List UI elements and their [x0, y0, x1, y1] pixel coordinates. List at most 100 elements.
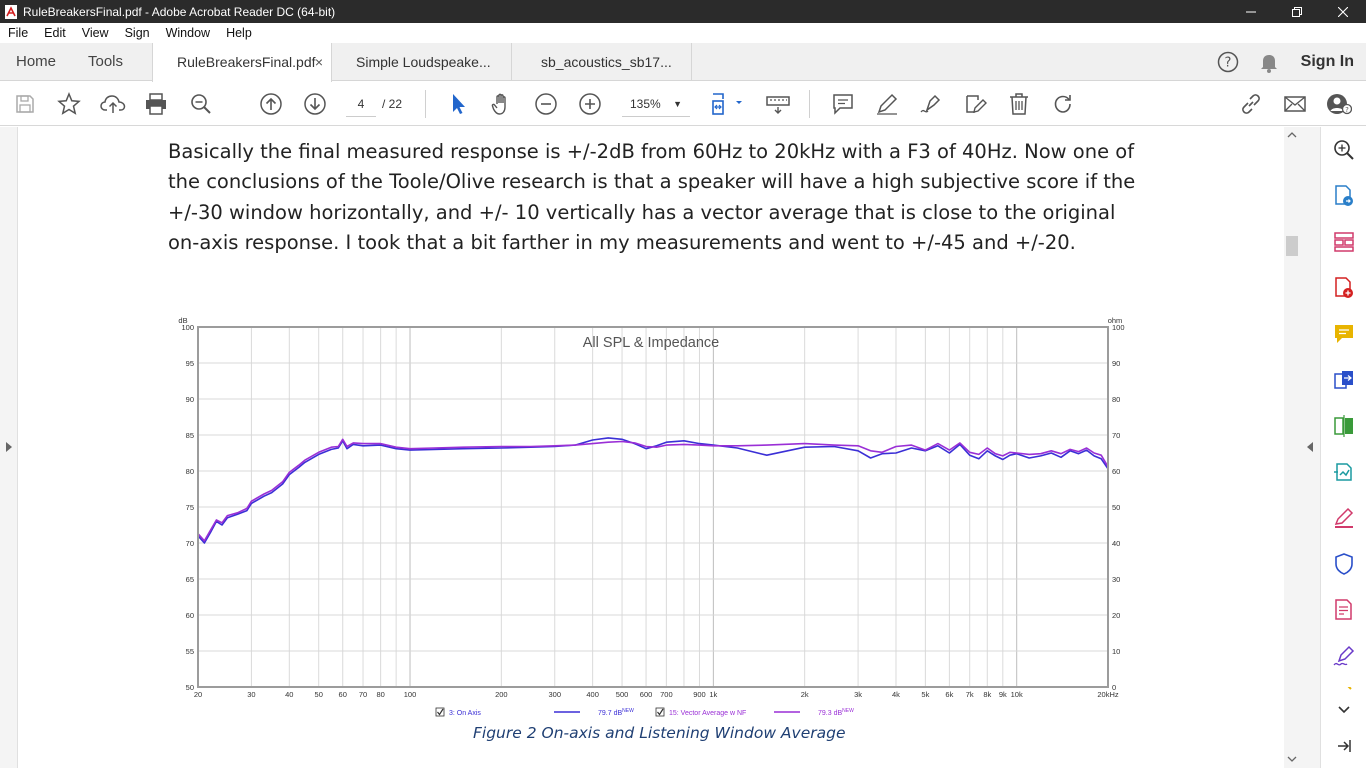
x-tick-label: 2k: [801, 690, 809, 699]
page-number-input[interactable]: 4: [346, 91, 376, 117]
y2-tick-label: 70: [1112, 431, 1120, 440]
share-link-button[interactable]: [1237, 90, 1265, 118]
y-tick-label: 90: [186, 395, 194, 404]
minimize-button[interactable]: [1228, 0, 1274, 23]
tab-rulebreakers[interactable]: RuleBreakersFinal.pdf ×: [152, 43, 332, 82]
draw-button[interactable]: [917, 90, 945, 118]
send-review-icon: [1334, 463, 1352, 481]
fill-sign-tool[interactable]: [1331, 505, 1357, 531]
tab-simple-loudspeaker[interactable]: Simple Loudspeake...: [332, 43, 512, 81]
chevron-up-icon[interactable]: [1287, 131, 1297, 139]
compare-files-tool[interactable]: [1331, 413, 1357, 439]
vertical-scrollbar[interactable]: [1284, 127, 1300, 768]
scroll-mode-button[interactable]: [764, 90, 792, 118]
y-tick-label: 55: [186, 647, 194, 656]
previous-page-button[interactable]: [257, 90, 285, 118]
sign-in-button[interactable]: Sign In: [1301, 53, 1354, 71]
rotate-button[interactable]: [1049, 90, 1077, 118]
delete-button[interactable]: [1005, 90, 1033, 118]
x-tick-label: 10k: [1011, 690, 1023, 699]
spl-impedance-chart: 20 30 40 50 60 70 80 100 200 300 400 500 600 700 900 1k…: [178, 316, 1124, 717]
zoom-search-button[interactable]: [187, 90, 215, 118]
toolbar: 4 / 22 135% ▼ ?: [0, 82, 1366, 126]
chevron-down-icon[interactable]: [1287, 755, 1297, 763]
fit-width-icon: [712, 93, 742, 115]
zoom-in-button[interactable]: [576, 90, 604, 118]
highlight-button[interactable]: [873, 90, 901, 118]
menu-sign[interactable]: Sign: [117, 26, 158, 40]
upload-button[interactable]: [99, 90, 127, 118]
tab-bar: Home Tools RuleBreakersFinal.pdf × Simpl…: [0, 43, 1366, 82]
trash-icon: [1010, 93, 1028, 115]
legend-value: 79.7 dBNEW: [598, 708, 634, 717]
right-tools-panel: [1320, 127, 1366, 768]
nav-home[interactable]: Home: [16, 43, 56, 81]
freehand-pen-icon: [920, 94, 941, 113]
fill-sign-icon: [1334, 507, 1354, 528]
form-icon: [1335, 599, 1352, 620]
comment-tool[interactable]: [1331, 321, 1357, 347]
menu-file[interactable]: File: [0, 26, 36, 40]
plus-circle-icon: [579, 93, 601, 115]
bookmark-button[interactable]: [55, 90, 83, 118]
menu-edit[interactable]: Edit: [36, 26, 74, 40]
acrobat-icon: [5, 4, 17, 19]
expand-left-panel-icon[interactable]: [4, 441, 14, 453]
sign-tool[interactable]: [1331, 643, 1357, 669]
next-page-button[interactable]: [301, 90, 329, 118]
edit-text-button[interactable]: [961, 90, 989, 118]
combine-files-tool[interactable]: [1331, 367, 1357, 393]
zoom-search-icon: [1334, 140, 1354, 160]
x-tick-label: 50: [315, 690, 323, 699]
scrollbar-thumb[interactable]: [1286, 236, 1298, 256]
x-tick-label: 500: [616, 690, 629, 699]
y-tick-label: 50: [186, 683, 194, 692]
legend-label: 3: On Axis: [449, 710, 481, 717]
toolbar-divider: [809, 90, 810, 118]
y2-tick-label: 40: [1112, 539, 1120, 548]
title-bar: RuleBreakersFinal.pdf - Adobe Acrobat Re…: [0, 0, 1366, 23]
fit-page-button[interactable]: [706, 90, 746, 118]
help-icon[interactable]: ?: [1217, 51, 1239, 73]
print-button[interactable]: [142, 90, 170, 118]
signature-pen-icon: [1333, 645, 1355, 666]
restore-button[interactable]: [1274, 0, 1320, 23]
nav-tools[interactable]: Tools: [88, 43, 123, 81]
legend-value: 79.3 dBNEW: [818, 708, 854, 717]
save-button[interactable]: [11, 90, 39, 118]
tab-close-icon[interactable]: ×: [315, 43, 323, 81]
account-button[interactable]: ?: [1325, 90, 1353, 118]
y-axis-unit: dB: [178, 316, 187, 325]
email-button[interactable]: [1281, 90, 1309, 118]
menu-view[interactable]: View: [74, 26, 117, 40]
y2-tick-label: 50: [1112, 503, 1120, 512]
notifications-bell-icon[interactable]: [1259, 51, 1279, 73]
search-tool[interactable]: [1331, 137, 1357, 163]
protect-tool[interactable]: [1331, 551, 1357, 577]
collapse-right-panel-icon[interactable]: [1305, 441, 1315, 453]
create-pdf-tool[interactable]: [1331, 275, 1357, 301]
document-view: Basically the final measured response is…: [18, 127, 1284, 768]
scroll-tools-down[interactable]: [1331, 697, 1357, 723]
tab-sb-acoustics[interactable]: sb_acoustics_sb17...: [512, 43, 692, 81]
x-tick-label: 100: [404, 690, 417, 699]
zoom-level-select[interactable]: 135% ▼: [622, 91, 690, 117]
hand-tool-button[interactable]: [488, 90, 516, 118]
send-for-review-tool[interactable]: [1331, 459, 1357, 485]
cloud-upload-icon: [100, 95, 126, 113]
x-tick-label: 400: [586, 690, 599, 699]
tab-label: RuleBreakersFinal.pdf: [177, 54, 316, 70]
comment-button[interactable]: [829, 90, 857, 118]
zoom-out-button[interactable]: [532, 90, 560, 118]
chart-lines: [197, 437, 1109, 544]
export-pdf-tool[interactable]: [1331, 183, 1357, 209]
svg-text:?: ?: [1345, 106, 1349, 114]
menu-help[interactable]: Help: [218, 26, 260, 40]
collapse-tools-pane[interactable]: [1331, 733, 1357, 759]
prepare-form-tool[interactable]: [1331, 597, 1357, 623]
menu-window[interactable]: Window: [158, 26, 218, 40]
x-tick-label: 60: [339, 690, 347, 699]
close-window-button[interactable]: [1320, 0, 1366, 23]
organize-pages-tool[interactable]: [1331, 229, 1357, 255]
select-tool-button[interactable]: [444, 90, 472, 118]
